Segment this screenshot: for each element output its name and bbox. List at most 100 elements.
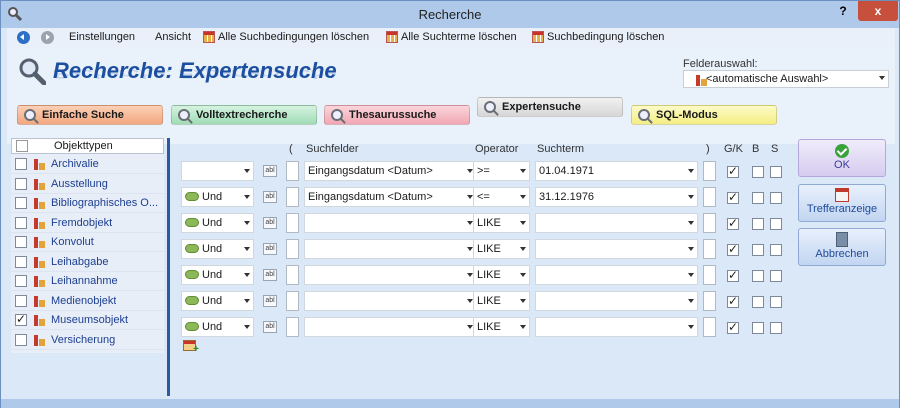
- open-paren-input[interactable]: [286, 161, 299, 181]
- close-paren-input[interactable]: [703, 317, 716, 337]
- suchterm-input[interactable]: [535, 317, 698, 337]
- close-paren-input[interactable]: [703, 213, 716, 233]
- suchfeld-select[interactable]: Eingangsdatum <Datum>: [304, 187, 477, 207]
- close-paren-input[interactable]: [703, 239, 716, 259]
- operator-select[interactable]: <=: [473, 187, 530, 207]
- b-checkbox[interactable]: [752, 218, 764, 230]
- operator-select[interactable]: LIKE: [473, 317, 530, 337]
- objekttyp-checkbox[interactable]: [15, 177, 27, 190]
- text-field-icon[interactable]: abl: [263, 321, 277, 333]
- objekttyp-checkbox[interactable]: [15, 197, 27, 209]
- gk-checkbox[interactable]: [727, 190, 739, 204]
- open-paren-input[interactable]: [286, 317, 299, 337]
- menu-einstellungen[interactable]: Einstellungen: [69, 31, 135, 43]
- close-paren-input[interactable]: [703, 265, 716, 285]
- logic-select[interactable]: Und: [181, 265, 254, 285]
- objekttyp-checkbox[interactable]: [15, 236, 27, 248]
- suchfeld-select[interactable]: [304, 291, 477, 311]
- back-button[interactable]: [17, 31, 30, 44]
- close-paren-input[interactable]: [703, 161, 716, 181]
- text-field-icon[interactable]: abl: [263, 269, 277, 281]
- open-paren-input[interactable]: [286, 265, 299, 285]
- tab-einfache-suche[interactable]: Einfache Suche: [17, 105, 163, 125]
- b-checkbox[interactable]: [752, 296, 764, 308]
- suchfeld-select[interactable]: [304, 317, 477, 337]
- gk-checkbox[interactable]: [727, 164, 739, 178]
- tab-sql-modus[interactable]: SQL-Modus: [631, 105, 777, 125]
- objekttyp-checkbox[interactable]: [15, 216, 27, 229]
- logic-select[interactable]: Und: [181, 187, 254, 207]
- text-field-icon[interactable]: abl: [263, 243, 277, 255]
- felderauswahl-select[interactable]: <automatische Auswahl>: [683, 70, 889, 88]
- gk-checkbox[interactable]: [727, 320, 739, 334]
- add-condition-icon[interactable]: [183, 340, 199, 355]
- suchterm-input[interactable]: [535, 265, 698, 285]
- suchterm-input[interactable]: [535, 291, 698, 311]
- objekttyp-item[interactable]: Medienobjekt: [11, 292, 164, 311]
- close-paren-input[interactable]: [703, 187, 716, 207]
- gk-checkbox[interactable]: [727, 268, 739, 282]
- clear-all-terms-button[interactable]: Alle Suchterme löschen: [386, 31, 517, 43]
- objekttyp-checkbox[interactable]: [15, 275, 27, 287]
- logic-select[interactable]: Und: [181, 213, 254, 233]
- gk-checkbox[interactable]: [727, 216, 739, 230]
- ok-button[interactable]: OK: [798, 139, 886, 177]
- s-checkbox[interactable]: [770, 322, 782, 334]
- objekttyp-item[interactable]: Konvolut: [11, 233, 164, 252]
- s-checkbox[interactable]: [770, 192, 782, 204]
- operator-select[interactable]: LIKE: [473, 265, 530, 285]
- open-paren-input[interactable]: [286, 291, 299, 311]
- suchfeld-select[interactable]: [304, 239, 477, 259]
- b-checkbox[interactable]: [752, 244, 764, 256]
- suchfeld-select[interactable]: [304, 213, 477, 233]
- b-checkbox[interactable]: [752, 322, 764, 334]
- objekttyp-item[interactable]: Bibliographisches O...: [11, 194, 164, 213]
- objekttyp-item[interactable]: Archivalie: [11, 155, 164, 174]
- text-field-icon[interactable]: abl: [263, 165, 277, 177]
- help-button[interactable]: ?: [828, 1, 858, 21]
- s-checkbox[interactable]: [770, 218, 782, 230]
- s-checkbox[interactable]: [770, 270, 782, 282]
- abbrechen-button[interactable]: Abbrechen: [798, 228, 886, 266]
- logic-select[interactable]: Und: [181, 291, 254, 311]
- objekttyp-item[interactable]: Versicherung: [11, 331, 164, 350]
- clear-condition-button[interactable]: Suchbedingung löschen: [532, 31, 664, 43]
- suchfeld-select[interactable]: Eingangsdatum <Datum>: [304, 161, 477, 181]
- objekttyp-checkbox[interactable]: [15, 312, 27, 326]
- panel-splitter[interactable]: [167, 138, 170, 396]
- objekttyp-item[interactable]: Ausstellung: [11, 175, 164, 194]
- clear-all-conditions-button[interactable]: Alle Suchbedingungen löschen: [203, 31, 369, 43]
- open-paren-input[interactable]: [286, 187, 299, 207]
- text-field-icon[interactable]: abl: [263, 295, 277, 307]
- open-paren-input[interactable]: [286, 239, 299, 259]
- trefferanzeige-button[interactable]: Trefferanzeige: [798, 184, 886, 222]
- suchterm-input[interactable]: [535, 239, 698, 259]
- suchterm-input[interactable]: 31.12.1976: [535, 187, 698, 207]
- s-checkbox[interactable]: [770, 166, 782, 178]
- operator-select[interactable]: >=: [473, 161, 530, 181]
- objekttyp-item[interactable]: Leihannahme: [11, 272, 164, 291]
- close-paren-input[interactable]: [703, 291, 716, 311]
- operator-select[interactable]: LIKE: [473, 213, 530, 233]
- objekttyp-item[interactable]: Fremdobjekt: [11, 214, 164, 233]
- b-checkbox[interactable]: [752, 192, 764, 204]
- objekttyp-checkbox[interactable]: [15, 158, 27, 170]
- logic-select[interactable]: [181, 161, 254, 181]
- objekttyp-item[interactable]: Museumsobjekt: [11, 311, 164, 330]
- operator-select[interactable]: LIKE: [473, 291, 530, 311]
- select-all-checkbox[interactable]: [16, 140, 28, 152]
- objekttyp-checkbox[interactable]: [15, 255, 27, 268]
- tab-volltextrecherche[interactable]: Volltextrecherche: [171, 105, 317, 125]
- forward-button[interactable]: [41, 31, 54, 44]
- open-paren-input[interactable]: [286, 213, 299, 233]
- suchfeld-select[interactable]: [304, 265, 477, 285]
- suchterm-input[interactable]: 01.04.1971: [535, 161, 698, 181]
- logic-select[interactable]: Und: [181, 317, 254, 337]
- objekttyp-checkbox[interactable]: [15, 333, 27, 346]
- text-field-icon[interactable]: abl: [263, 217, 277, 229]
- suchterm-input[interactable]: [535, 213, 698, 233]
- b-checkbox[interactable]: [752, 166, 764, 178]
- gk-checkbox[interactable]: [727, 242, 739, 256]
- b-checkbox[interactable]: [752, 270, 764, 282]
- s-checkbox[interactable]: [770, 244, 782, 256]
